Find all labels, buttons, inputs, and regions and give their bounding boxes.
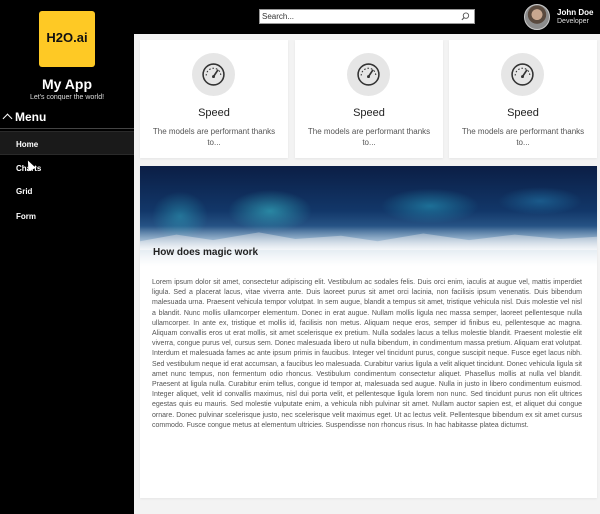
feature-card: Speed The models are performant thanks t… bbox=[295, 40, 443, 158]
sidebar-item-form[interactable]: Form bbox=[0, 204, 134, 228]
card-description: The models are performant thanks to... bbox=[307, 127, 431, 147]
card-title: Speed bbox=[353, 107, 385, 119]
sidebar: H2O.ai My App Let's conquer the world! M… bbox=[0, 0, 134, 514]
article-title: How does magic work bbox=[153, 247, 259, 258]
menu-header[interactable]: Menu bbox=[0, 107, 134, 129]
header: John Doe Developer bbox=[134, 0, 600, 34]
card-description: The models are performant thanks to... bbox=[461, 127, 585, 147]
search-input[interactable] bbox=[262, 11, 457, 22]
sidebar-item-grid[interactable]: Grid bbox=[0, 179, 134, 203]
logo-text: H2O.ai bbox=[46, 30, 88, 45]
avatar[interactable] bbox=[524, 4, 550, 30]
menu-label: Menu bbox=[15, 110, 47, 124]
article-body: Lorem ipsum dolor sit amet, consectetur … bbox=[152, 279, 582, 429]
speedometer-icon bbox=[357, 63, 380, 86]
chevron-up-icon bbox=[2, 113, 13, 124]
user-name: John Doe bbox=[557, 8, 594, 17]
card-description: The models are performant thanks to... bbox=[152, 127, 276, 147]
article-card: How does magic work Lorem ipsum dolor si… bbox=[140, 166, 597, 498]
app-title: My App bbox=[41, 76, 93, 92]
snow-fade bbox=[140, 226, 597, 266]
sidebar-item-label: Form bbox=[16, 212, 36, 221]
icon-container bbox=[501, 53, 544, 96]
speedometer-icon bbox=[202, 63, 225, 86]
card-title: Speed bbox=[198, 107, 230, 119]
user-role: Developer bbox=[557, 18, 589, 25]
sidebar-item-home[interactable]: Home bbox=[0, 131, 134, 155]
search-box[interactable] bbox=[259, 9, 475, 24]
sidebar-item-charts[interactable]: Charts bbox=[0, 156, 134, 180]
feature-card: Speed The models are performant thanks t… bbox=[449, 40, 597, 158]
search-icon[interactable] bbox=[461, 12, 470, 21]
card-title: Speed bbox=[507, 107, 539, 119]
app-subtitle: Let's conquer the world! bbox=[29, 94, 105, 101]
icon-container bbox=[192, 53, 235, 96]
icon-container bbox=[347, 53, 390, 96]
sidebar-item-label: Home bbox=[16, 140, 39, 149]
feature-card: Speed The models are performant thanks t… bbox=[140, 40, 288, 158]
speedometer-icon bbox=[511, 63, 534, 86]
h2o-logo[interactable]: H2O.ai bbox=[39, 11, 95, 67]
sidebar-item-label: Grid bbox=[16, 187, 33, 196]
